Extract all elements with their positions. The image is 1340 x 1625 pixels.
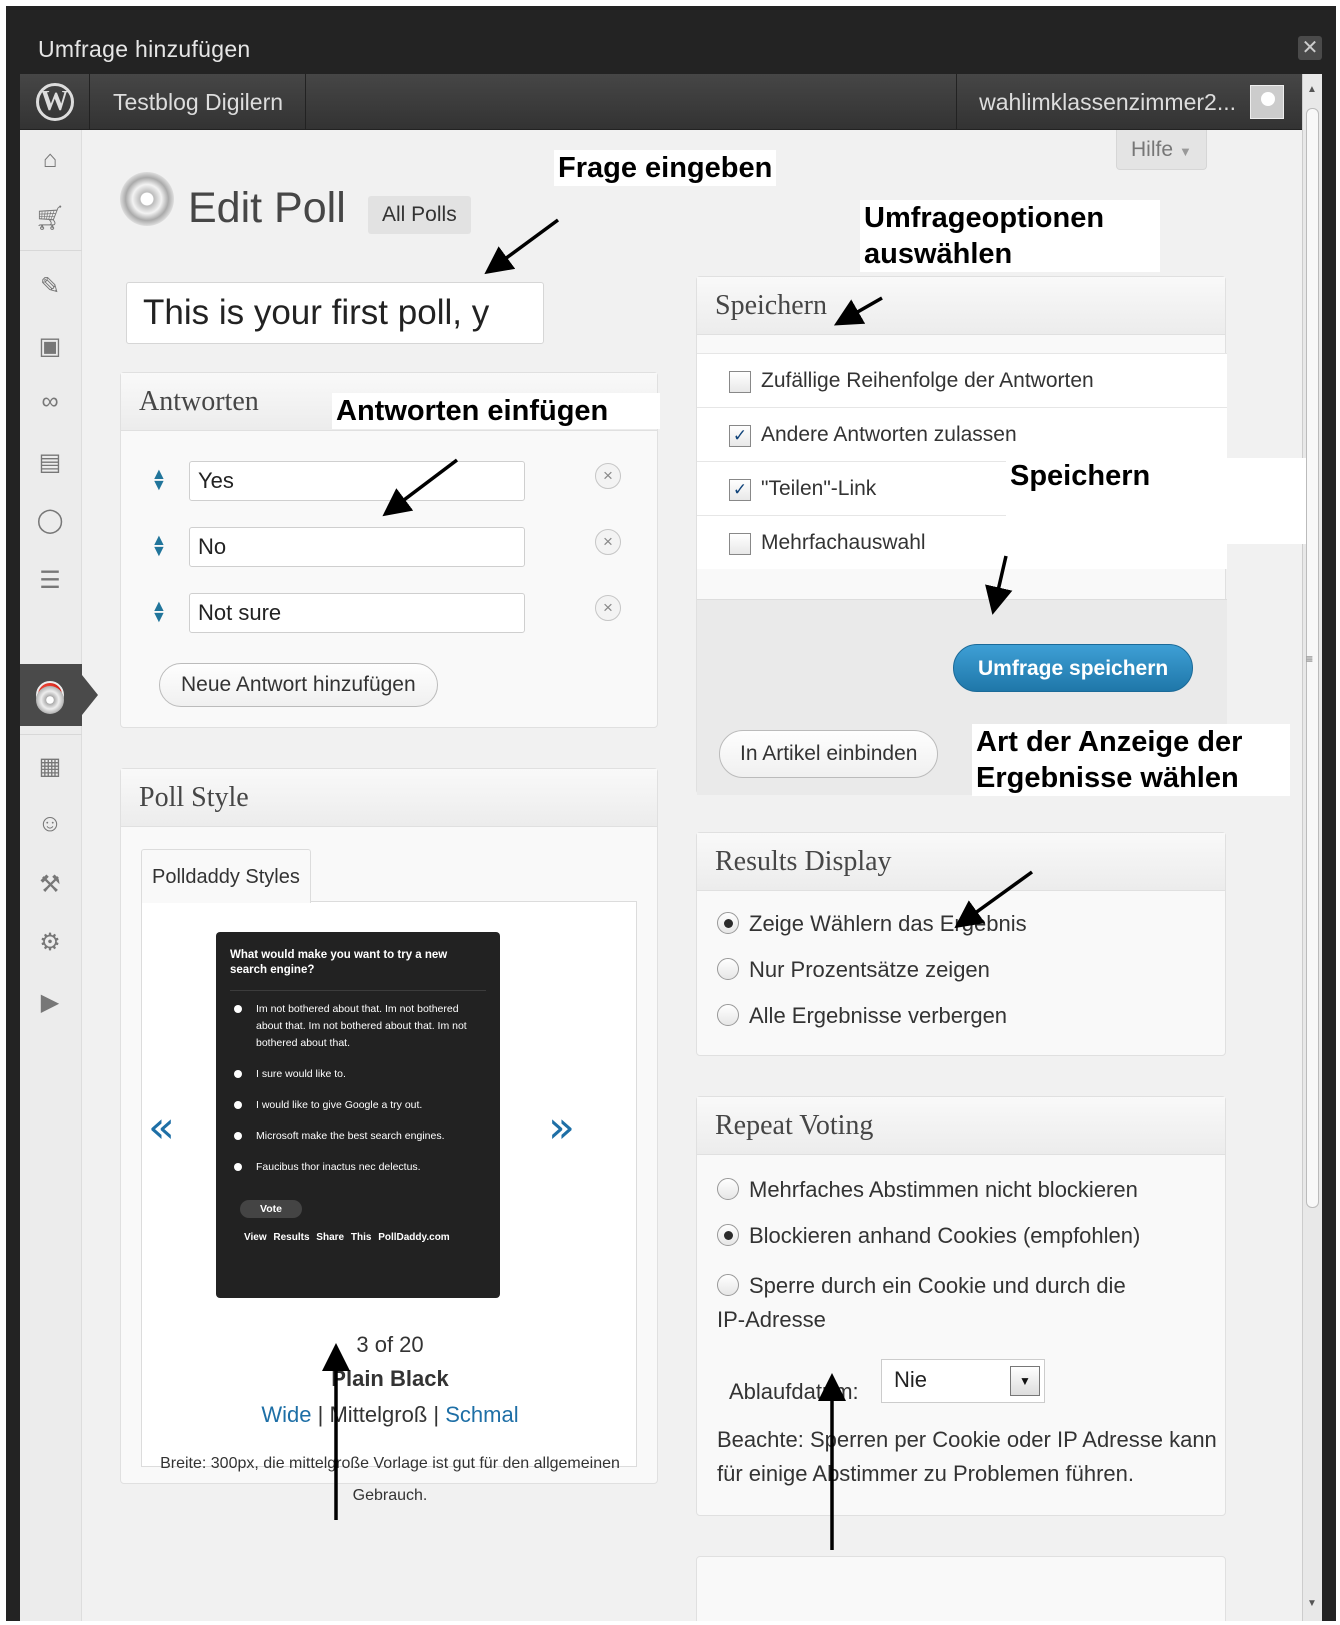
- annotation-arrows: [322, 218, 1034, 1550]
